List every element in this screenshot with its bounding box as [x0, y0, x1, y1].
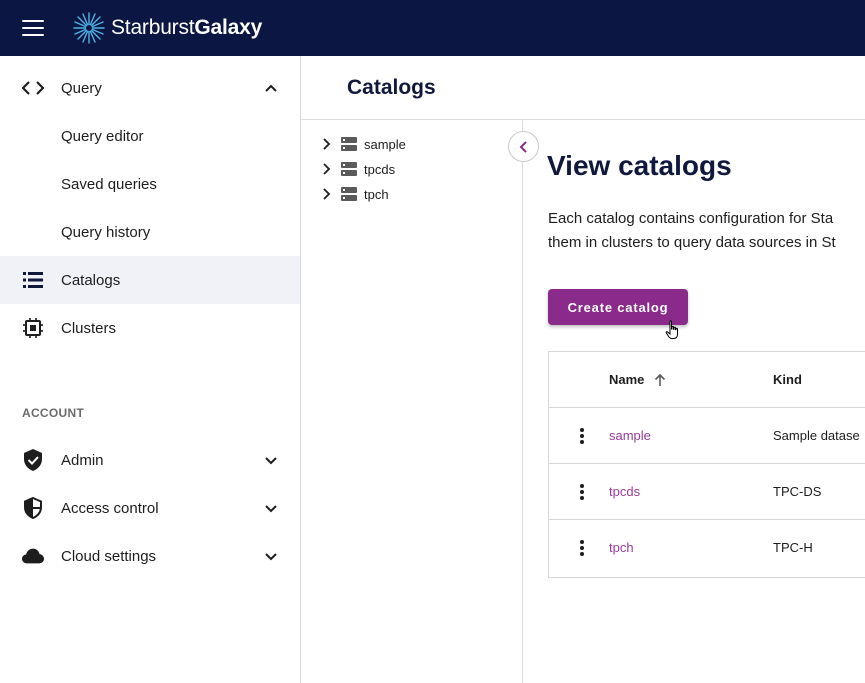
more-vert-icon[interactable] — [576, 427, 588, 445]
sort-arrow-up-icon[interactable] — [653, 373, 667, 387]
chip-icon — [22, 317, 44, 339]
tree-item-label: tpcds — [364, 161, 396, 177]
page-title: Catalogs — [347, 76, 436, 99]
page-header: Catalogs — [301, 56, 865, 120]
catalog-tree: sample tpcds tpch — [301, 120, 523, 683]
description-line: them in clusters to query data sources i… — [548, 234, 836, 251]
chevron-right-icon[interactable] — [319, 137, 333, 151]
catalog-name-link[interactable]: sample — [609, 428, 651, 443]
sidebar-item-label: Saved queries — [61, 175, 157, 193]
sidebar-item-query[interactable]: Query — [0, 64, 300, 112]
column-header-label: Name — [609, 372, 645, 387]
menu-icon[interactable] — [22, 20, 44, 36]
sidebar-item-cloud-settings[interactable]: Cloud settings — [0, 532, 300, 580]
list-icon — [22, 269, 44, 291]
chevron-right-icon[interactable] — [319, 187, 333, 201]
table-row: tpcds TPC-DS — [549, 464, 865, 520]
sidebar-item-catalogs[interactable]: Catalogs — [0, 256, 300, 304]
tree-item-tpcds[interactable]: tpcds — [319, 158, 395, 180]
sidebar-item-label: Cloud settings — [61, 547, 157, 565]
catalog-kind: Sample datase — [773, 428, 860, 443]
chevron-up-icon[interactable] — [262, 79, 280, 97]
tree-item-sample[interactable]: sample — [319, 133, 406, 155]
more-vert-icon[interactable] — [576, 539, 588, 557]
sidebar-item-label: Admin — [61, 451, 104, 469]
database-icon — [341, 162, 357, 176]
brand-name: StarburstGalaxy — [111, 16, 263, 39]
view-heading: View catalogs — [547, 150, 732, 181]
sidebar-item-query-history[interactable]: Query history — [0, 208, 300, 256]
sidebar-item-label: Query history — [61, 223, 151, 241]
brand-logo[interactable]: StarburstGalaxy — [73, 10, 262, 46]
table-row: tpch TPC-H — [549, 520, 865, 577]
sidebar-item-query-editor[interactable]: Query editor — [0, 112, 300, 160]
chevron-right-icon[interactable] — [319, 162, 333, 176]
section-title-account: ACCOUNT — [22, 406, 85, 420]
catalogs-table: Name Kind sample Sample datase tpcds TPC… — [548, 351, 865, 578]
sidebar-item-label: Catalogs — [61, 271, 121, 289]
database-icon — [341, 137, 357, 151]
sidebar-item-label: Clusters — [61, 319, 117, 337]
catalog-kind: TPC-H — [773, 540, 813, 555]
column-header-kind[interactable]: Kind — [773, 372, 802, 387]
sidebar-item-saved-queries[interactable]: Saved queries — [0, 160, 300, 208]
shield-half-icon — [22, 497, 44, 519]
catalog-name-link[interactable]: tpcds — [609, 484, 640, 499]
code-icon — [22, 77, 44, 99]
sidebar-item-label: Query editor — [61, 127, 144, 145]
hand-cursor-icon — [665, 320, 678, 339]
shield-check-icon — [22, 449, 44, 471]
table-row: sample Sample datase — [549, 408, 865, 464]
table-header-row: Name Kind — [549, 352, 865, 408]
cloud-icon — [22, 545, 44, 567]
chevron-down-icon[interactable] — [262, 451, 280, 469]
tree-item-tpch[interactable]: tpch — [319, 183, 389, 205]
catalog-name-link[interactable]: tpch — [609, 540, 634, 555]
database-icon — [341, 187, 357, 201]
page-description: Each catalog contains configuration for … — [548, 207, 865, 255]
catalog-kind: TPC-DS — [773, 484, 822, 499]
sidebar-item-access-control[interactable]: Access control — [0, 484, 300, 532]
sidebar-item-label: Query — [61, 79, 102, 97]
sidebar: Query Query editor Saved queries Query h… — [0, 56, 301, 683]
more-vert-icon[interactable] — [576, 483, 588, 501]
sidebar-item-clusters[interactable]: Clusters — [0, 304, 300, 352]
sidebar-item-admin[interactable]: Admin — [0, 436, 300, 484]
description-line: Each catalog contains configuration for … — [548, 210, 834, 227]
top-bar: StarburstGalaxy — [0, 0, 865, 56]
sidebar-item-label: Access control — [61, 499, 159, 517]
chevron-down-icon[interactable] — [262, 499, 280, 517]
column-header-name[interactable]: Name — [609, 372, 667, 387]
starburst-logo-icon — [73, 12, 105, 44]
chevron-down-icon[interactable] — [262, 547, 280, 565]
tree-item-label: tpch — [364, 186, 389, 202]
main-content: View catalogs Each catalog contains conf… — [524, 120, 865, 683]
tree-item-label: sample — [364, 136, 406, 152]
